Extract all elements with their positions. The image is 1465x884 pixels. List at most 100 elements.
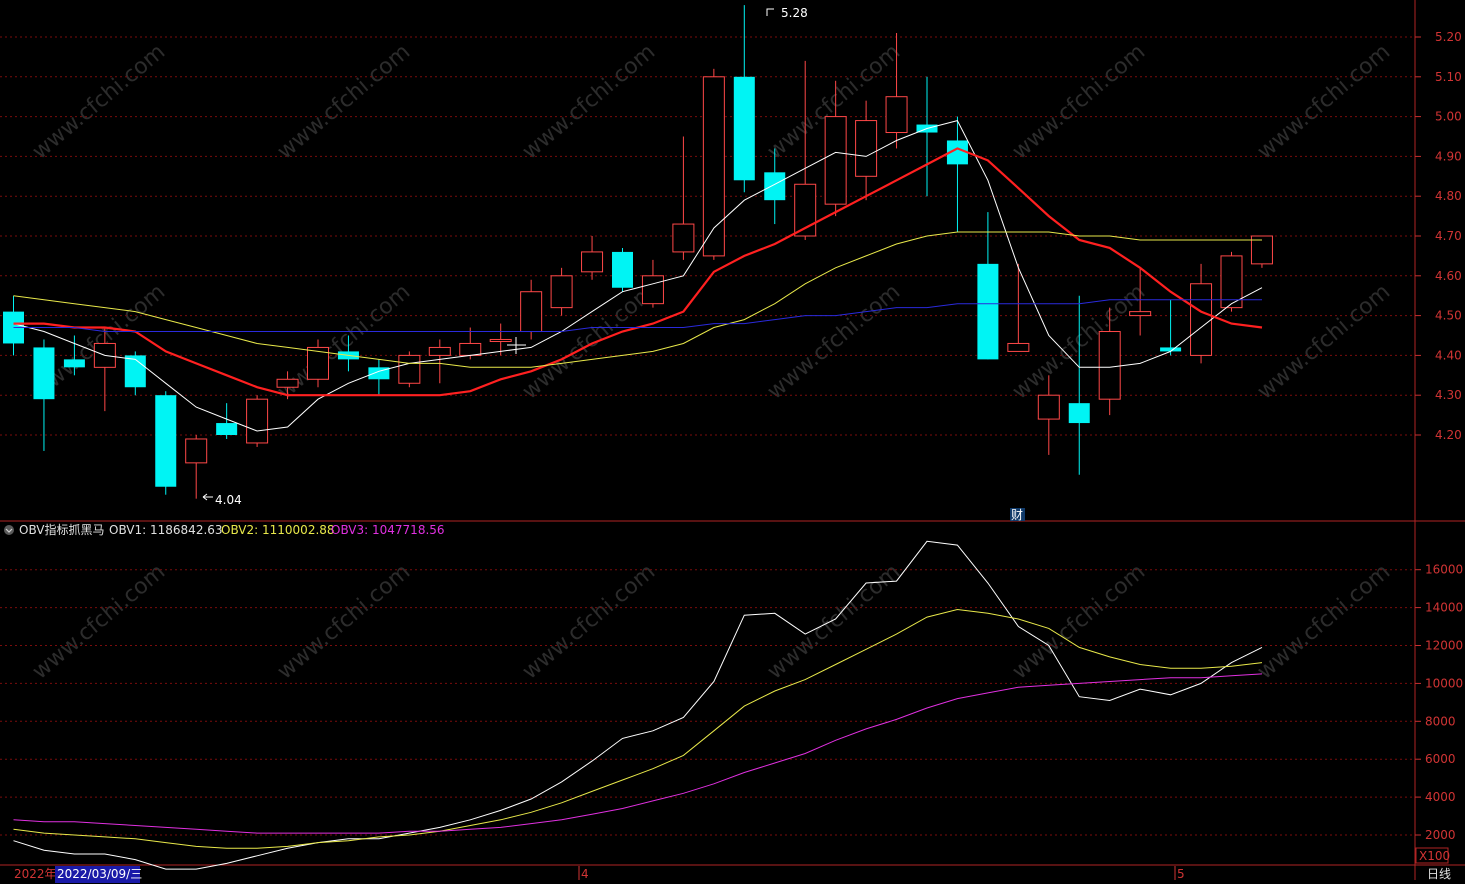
candle-body [550,275,573,309]
watermark-text: www.cfchi.com [763,279,905,404]
year-label: 2022年 [14,867,57,881]
candle-up [398,351,421,388]
candle-down [733,5,755,193]
candle-body [733,76,755,181]
price-tick-label: 5.20 [1435,30,1462,44]
watermark-text: www.cfchi.com [518,559,660,684]
price-tick-label: 4.90 [1435,149,1462,163]
candle-body [702,76,725,257]
watermark-text: www.cfchi.com [273,39,415,164]
obv-tick-label: 10000 [1425,676,1463,690]
candle-body [764,172,786,201]
candle-body [641,275,664,305]
candle-up [520,279,543,340]
obv1-label: OBV1: 1186842.63 [109,523,223,537]
y-axes: 4.20 4.30 4.40 4.50 4.60 4.70 4.80 4.90 5.00 5.10… [1415,30,1463,842]
candle-body [489,338,512,342]
obv-indicator-name: OBV指标抓黑马 [19,522,105,537]
candle-down [977,212,999,360]
candle-body [276,378,299,388]
watermark-text: www.cfchi.com [1253,39,1395,164]
candle-body [855,120,878,177]
obv-tick-label: 14000 [1425,601,1463,615]
candle-body [672,223,695,253]
candle-up [1220,251,1243,312]
candle-body [612,251,633,288]
candle-down [916,76,938,197]
price-tick-label: 4.40 [1435,348,1462,362]
price-tick-label: 5.10 [1435,70,1462,84]
obv-tick-label: 8000 [1425,714,1456,728]
obv-tick-label: 6000 [1425,752,1456,766]
obv3-label: OBV3: 1047718.56 [331,523,445,537]
obv-tick-label: 4000 [1425,790,1456,804]
candle-body [1129,311,1152,317]
candle-body [885,96,908,134]
price-tick-label: 4.30 [1435,388,1462,402]
month-5-label: 5 [1177,867,1185,881]
candle-up [794,60,817,240]
high-marker: 5.28 [766,6,808,20]
candle-body [398,354,421,384]
finance-badge-label: 财 [1011,508,1023,522]
obv-tick-label: 16000 [1425,563,1463,577]
watermark-text: www.cfchi.com [28,559,170,684]
price-pane[interactable] [3,5,1273,499]
stock-chart: www.cfchi.com www.cfchi.com www.cfchi.com w… [0,0,1465,883]
obv-tick-label: 12000 [1425,639,1463,653]
candle-up [428,339,451,384]
candle-body [459,342,482,356]
candle-body [977,263,999,360]
candle-body [1037,394,1060,420]
price-tick-label: 4.60 [1435,269,1462,283]
chart-frame [0,0,1465,880]
candle-up [672,136,695,260]
candle-body [1007,342,1030,352]
candle-up [246,395,269,447]
watermark-text: www.cfchi.com [273,559,415,684]
candle-body [246,398,269,444]
candle-up [185,435,208,499]
price-tick-label: 5.00 [1435,110,1462,124]
watermark-text: www.cfchi.com [518,39,660,164]
candle-down [946,116,968,233]
obv2-label: OBV2: 1110002.88 [221,523,335,537]
finance-badge[interactable]: 财 [1010,508,1025,522]
candle-body [581,251,604,273]
obv3-line [13,673,1263,834]
candle-down [612,247,633,292]
candle-down [155,391,177,495]
obv-legend: OBV指标抓黑马 OBV1: 1186842.63 OBV2: 1110002.… [4,522,445,537]
low-label: 4.04 [215,493,242,507]
watermark-text: www.cfchi.com [28,39,170,164]
watermark-text: www.cfchi.com [1253,279,1395,404]
price-tick-label: 4.20 [1435,428,1462,442]
low-marker: 4.04 [202,493,242,507]
price-tick-label: 4.80 [1435,189,1462,203]
candle-up [1007,263,1030,352]
price-tick-label: 4.50 [1435,309,1462,323]
candle-down [33,339,55,451]
candle-up [1250,235,1273,268]
candle-body [1068,403,1090,424]
period-label[interactable]: 日线 [1427,867,1451,881]
high-label: 5.28 [781,6,808,20]
candle-body [155,395,177,487]
candle-up [550,267,573,316]
month-4-label: 4 [581,867,589,881]
multiplier-label: X100 [1419,849,1450,863]
collapse-icon[interactable] [4,525,14,535]
candle-up [581,236,604,280]
candle-up [702,68,725,260]
candle-body [1098,331,1121,400]
candle-body [824,116,847,205]
candle-body [216,423,238,435]
candle-down [1160,299,1182,356]
watermark-text: www.cfchi.com [1253,559,1395,684]
candle-body [1190,283,1213,356]
candle-down [368,359,390,396]
candle-down [216,403,238,439]
candle-body [63,359,85,368]
candle-body [33,347,55,400]
candle-body [520,291,543,333]
